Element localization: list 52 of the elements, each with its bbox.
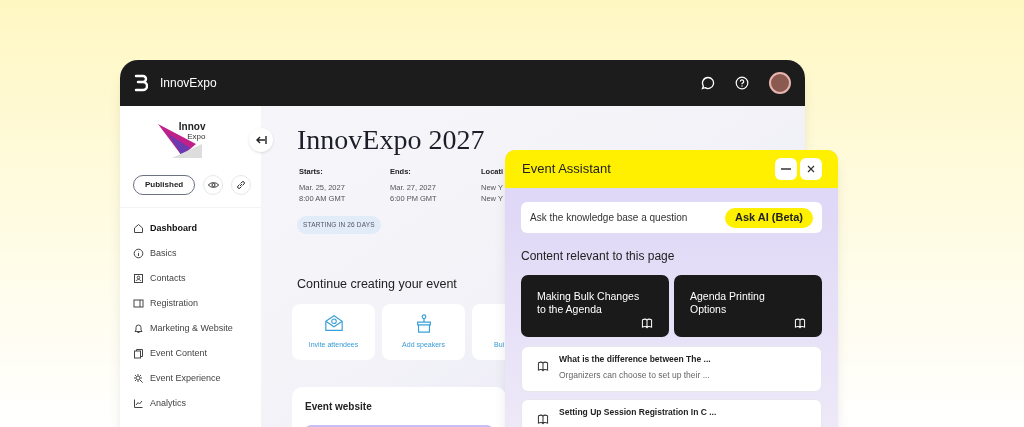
chat-icon[interactable] xyxy=(701,76,715,90)
nav-item[interactable]: Analytics xyxy=(133,391,261,416)
nav-item[interactable]: Basics xyxy=(133,241,261,266)
event-title: InnovExpo 2027 xyxy=(297,123,486,157)
contacts-icon xyxy=(133,273,144,284)
book-icon xyxy=(794,318,806,329)
article-title: Setting Up Session Registration In C ... xyxy=(559,406,717,419)
book-icon xyxy=(537,414,549,425)
logo-icon xyxy=(134,74,148,92)
section-heading: Continue creating your event xyxy=(297,276,457,294)
ask-ai-button[interactable]: Ask AI (Beta) xyxy=(724,207,813,228)
nav-item[interactable]: Dashboard xyxy=(133,216,261,241)
article-card[interactable]: Making Bulk Changes to the Agenda xyxy=(521,275,669,337)
logo-text: Innov xyxy=(178,122,206,132)
pages-icon xyxy=(133,348,144,359)
close-button[interactable] xyxy=(800,158,822,180)
section-heading: Content relevant to this page xyxy=(521,248,675,265)
card-title: Event website xyxy=(305,400,373,414)
home-icon xyxy=(133,223,144,234)
article-title: Making Bulk Changes to the Agenda xyxy=(537,290,641,316)
minimize-icon xyxy=(781,168,791,170)
logo-text: Expo xyxy=(187,132,206,141)
article-item[interactable]: What is the difference between The ... Organizers can choose to set up their ... xyxy=(521,346,822,392)
article-title: What is the difference between The ... xyxy=(559,353,711,366)
article-title: Agenda Printing Options xyxy=(690,290,766,316)
gear-icon xyxy=(133,373,144,384)
collapse-button[interactable] xyxy=(249,128,273,152)
ask-field[interactable]: Ask the knowledge base a question Ask AI (Beta) xyxy=(521,202,822,233)
nav-item[interactable]: Registration xyxy=(133,291,261,316)
chart-icon xyxy=(133,398,144,409)
link-icon xyxy=(236,180,247,190)
eye-icon xyxy=(207,181,219,189)
bell-icon xyxy=(133,323,144,334)
avatar[interactable] xyxy=(769,72,791,94)
nav-item[interactable]: Event Experience xyxy=(133,366,261,391)
article-snippet: Organizers can choose to set up their ... xyxy=(559,368,711,382)
close-icon xyxy=(807,165,815,173)
app-name: InnovExpo xyxy=(160,75,217,92)
book-icon xyxy=(641,318,653,329)
panel-title: Event Assistant xyxy=(522,160,612,179)
article-card[interactable]: Agenda Printing Options xyxy=(674,275,822,337)
info-icon xyxy=(133,248,144,259)
nav-item[interactable]: Marketing & Website xyxy=(133,316,261,341)
envelope-icon xyxy=(323,313,344,334)
registration-icon xyxy=(133,298,144,309)
minimize-button[interactable] xyxy=(775,158,797,180)
article-item[interactable]: Setting Up Session Registration In C ... xyxy=(521,399,822,427)
book-icon xyxy=(537,361,549,372)
help-icon[interactable] xyxy=(735,76,749,90)
nav-item[interactable]: Event Content xyxy=(133,341,261,366)
collapse-icon xyxy=(255,135,267,145)
nav-item[interactable]: Contacts xyxy=(133,266,261,291)
